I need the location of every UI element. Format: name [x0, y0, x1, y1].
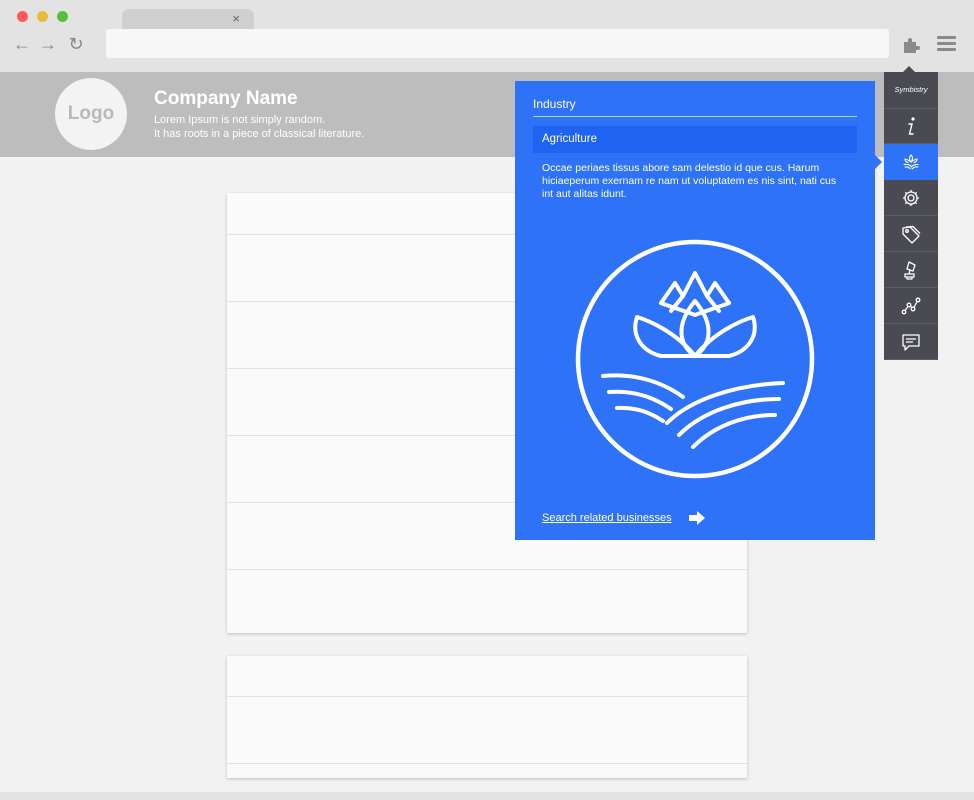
popup-divider	[533, 116, 857, 117]
search-related-link[interactable]: Search related businesses	[542, 512, 672, 524]
sidebar-item-settings[interactable]	[884, 180, 938, 216]
sidebar-title: Symbistry	[884, 72, 938, 109]
arrow-right-icon[interactable]	[689, 511, 705, 525]
sidebar-item-comments[interactable]	[884, 324, 938, 360]
reload-icon[interactable]: ↻	[66, 34, 86, 54]
back-icon[interactable]: ←	[12, 34, 32, 54]
award-icon	[904, 261, 916, 280]
address-bar[interactable]	[106, 29, 889, 58]
window-close-button[interactable]	[17, 11, 28, 22]
industry-description: Occae periaes tissus abore sam delestio …	[542, 162, 837, 200]
symbistry-sidebar: Symbistry	[884, 72, 938, 360]
network-icon	[901, 297, 921, 315]
sidebar-item-awards[interactable]	[884, 252, 938, 288]
sidebar-item-network[interactable]	[884, 288, 938, 324]
content-card	[227, 656, 747, 778]
forward-icon[interactable]: →	[38, 34, 58, 54]
list-item	[227, 697, 747, 764]
company-tagline-line1: Lorem Ipsum is not simply random.	[154, 114, 326, 126]
sidebar-item-info[interactable]	[884, 108, 938, 144]
browser-menu-icon[interactable]	[937, 36, 956, 52]
sidebar-item-industry[interactable]	[884, 144, 938, 180]
popup-title: Industry	[533, 97, 576, 111]
popup-pointer	[875, 155, 882, 169]
browser-bottom-bar	[0, 792, 974, 800]
industry-popup: Industry Agriculture Occae periaes tissu…	[515, 81, 875, 540]
tab-close-icon[interactable]: ×	[232, 11, 240, 27]
company-tagline-line2: It has roots in a piece of classical lit…	[154, 128, 365, 140]
info-icon	[908, 117, 915, 135]
browser-tab[interactable]: ×	[122, 9, 254, 29]
sidebar-item-tags[interactable]	[884, 216, 938, 252]
agriculture-emblem-icon	[575, 239, 815, 479]
gear-icon	[903, 190, 919, 206]
company-name: Company Name	[154, 88, 298, 109]
browser-chrome: × ← → ↻	[0, 0, 974, 72]
list-item	[227, 656, 747, 697]
industry-selected-label: Agriculture	[542, 133, 597, 145]
extension-puzzle-icon[interactable]	[901, 34, 921, 54]
company-logo[interactable]: Logo	[55, 78, 127, 150]
window-maximize-button[interactable]	[57, 11, 68, 22]
comment-icon	[902, 334, 920, 351]
tag-icon	[902, 225, 921, 244]
window-minimize-button[interactable]	[37, 11, 48, 22]
industry-select[interactable]: Agriculture	[533, 126, 857, 153]
agriculture-icon	[903, 154, 919, 170]
